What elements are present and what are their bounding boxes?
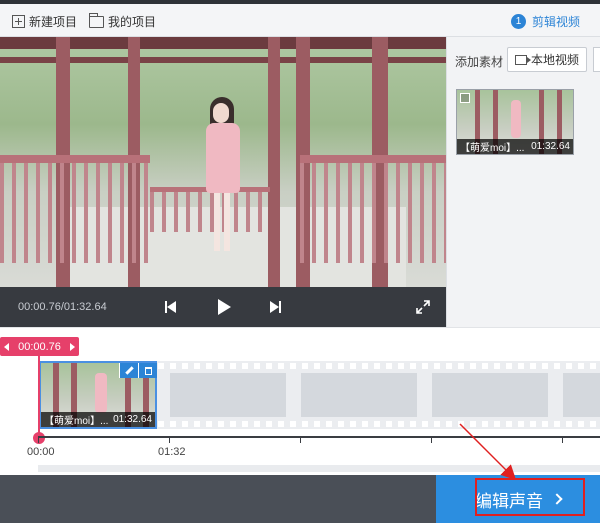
empty-slot — [432, 373, 548, 417]
clip-caption: 【萌爱moi】... 01:32.64 — [41, 412, 155, 427]
annotation-highlight-box — [475, 478, 585, 516]
my-projects-button[interactable]: 我的项目 — [89, 12, 157, 30]
clip-tools — [119, 363, 157, 378]
my-projects-label: 我的项目 — [108, 15, 157, 29]
material-thumbnail[interactable]: 【萌爱moi】... 01:32.64 — [456, 89, 574, 155]
dancer-figure — [198, 97, 246, 257]
clip-duration: 01:32.64 — [113, 414, 152, 425]
step-forward-icon[interactable] — [69, 342, 75, 351]
ruler-label-start: 00:00 — [27, 446, 55, 458]
video-frame — [0, 37, 446, 287]
step-back-icon[interactable] — [4, 342, 9, 351]
video-add-icon — [514, 54, 531, 65]
ruler-tick — [169, 436, 170, 443]
next-icon[interactable] — [265, 297, 285, 317]
local-video-label: 本地视频 — [530, 53, 579, 67]
material-duration: 01:32.64 — [531, 141, 570, 152]
step-indicator: 1 剪辑视频 — [510, 13, 580, 30]
material-title: 【萌爱moi】... — [460, 143, 525, 154]
play-icon[interactable] — [214, 297, 234, 317]
step-label: 剪辑视频 — [531, 15, 580, 29]
ruler-tick — [562, 436, 563, 443]
ruler-label-end: 01:32 — [158, 446, 186, 458]
playhead-handle[interactable] — [33, 432, 45, 444]
delete-icon[interactable] — [138, 363, 157, 378]
player-controls: 00:00.76/01:32.64 — [0, 287, 446, 327]
select-checkbox[interactable] — [460, 93, 470, 103]
cursor-time: 00:00.76 — [18, 340, 61, 353]
local-video-button[interactable]: 本地视频 — [507, 47, 587, 72]
ruler-tick — [431, 436, 432, 443]
material-caption: 【萌爱moi】... 01:32.64 — [457, 139, 573, 154]
empty-slot — [563, 373, 600, 417]
audio-track[interactable] — [38, 465, 600, 472]
folder-icon — [89, 12, 104, 28]
edit-icon[interactable] — [119, 363, 138, 378]
cursor-time-tag[interactable]: 00:00.76 — [0, 337, 79, 356]
ruler-tick — [300, 436, 301, 443]
video-editor-app: 新建项目 我的项目 1 剪辑视频 00:00.76/01:32.64 添加素材 … — [0, 0, 600, 523]
top-toolbar: 新建项目 我的项目 1 剪辑视频 — [0, 0, 600, 37]
playback-time: 00:00.76/01:32.64 — [18, 301, 107, 313]
fullscreen-icon[interactable] — [413, 297, 433, 317]
new-project-button[interactable]: 新建项目 — [12, 13, 77, 30]
more-button[interactable] — [593, 47, 600, 72]
materials-panel: 添加素材 本地视频 【萌爱moi】... 01:32.64 — [446, 37, 600, 327]
empty-slot — [170, 373, 286, 417]
prev-icon[interactable] — [160, 297, 180, 317]
step-number: 1 — [510, 14, 526, 29]
playhead[interactable] — [38, 356, 40, 436]
plus-box-icon — [12, 15, 25, 28]
new-project-label: 新建项目 — [29, 15, 78, 29]
clip-title: 【萌爱moi】... — [44, 416, 109, 427]
video-preview[interactable] — [0, 37, 446, 287]
empty-slot — [301, 373, 417, 417]
ruler-tick — [38, 436, 39, 443]
add-material-label: 添加素材 — [455, 55, 504, 69]
time-ruler — [38, 436, 600, 438]
timeline: 00:00.76 【萌爱moi】... 01:32.64 00:00 01:32 — [0, 327, 600, 475]
